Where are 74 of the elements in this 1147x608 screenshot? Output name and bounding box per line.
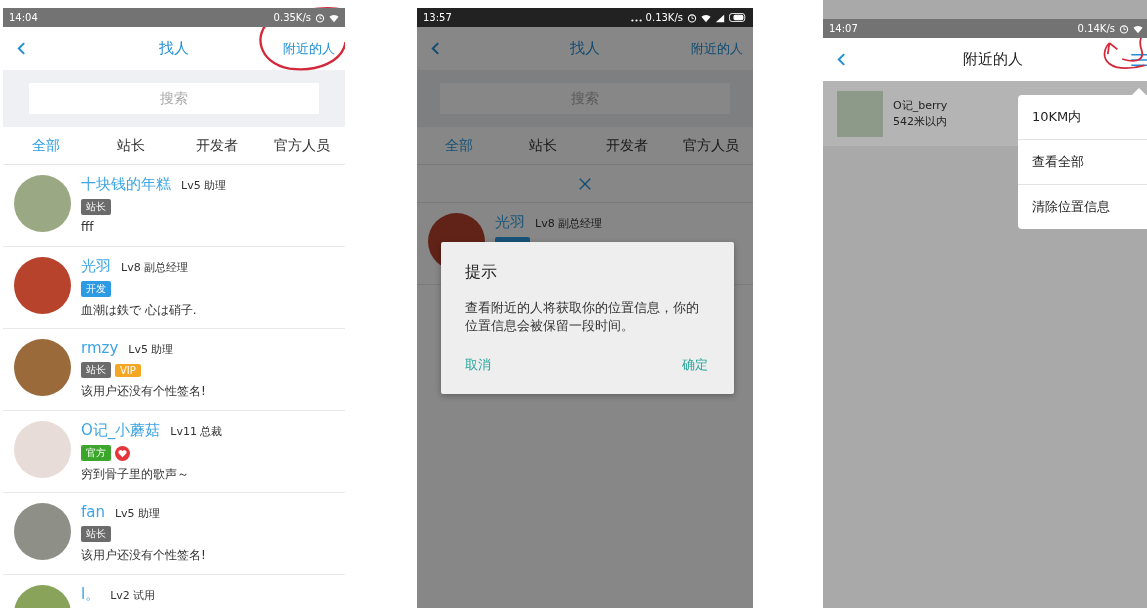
- nearby-link[interactable]: 附近的人: [283, 39, 335, 58]
- network-speed: 0.13K/s: [645, 12, 683, 23]
- filter-tab[interactable]: 站长: [501, 136, 585, 155]
- photo-placeholder: [837, 90, 883, 137]
- network-speed: 0.14K/s: [1077, 23, 1115, 34]
- user-name[interactable]: O记_小蘑菇: [81, 421, 161, 440]
- role-tag: VIP: [115, 363, 141, 377]
- alarm-icon: [687, 12, 697, 23]
- close-icon[interactable]: [578, 176, 592, 191]
- alarm-icon: [1119, 23, 1129, 34]
- page-title: 找人: [570, 39, 600, 58]
- role-tag: 站长: [81, 199, 111, 215]
- user-signature: 血潮は鉄で 心は硝子.: [81, 302, 197, 319]
- user-name[interactable]: l。: [81, 585, 101, 604]
- user-level: Lv5 助理: [181, 178, 227, 193]
- page-title: 找人: [159, 39, 189, 58]
- user-name[interactable]: 十块钱的年糕: [81, 175, 171, 194]
- user-signature: 穷到骨子里的歌声～: [81, 466, 190, 483]
- avatar-photo: [14, 339, 71, 396]
- user-signature: 该用户还没有个性签名!: [81, 547, 206, 564]
- status-time: 14:07: [829, 23, 858, 34]
- user-name[interactable]: 光羽: [81, 257, 111, 276]
- status-time: 14:04: [9, 12, 38, 23]
- user-level: Lv2 试用: [110, 588, 156, 603]
- more-dots-icon: [630, 18, 642, 22]
- user-level: Lv5 助理: [128, 342, 174, 357]
- network-speed: 0.35K/s: [273, 12, 311, 23]
- status-time: 13:57: [423, 12, 452, 23]
- confirm-button[interactable]: 确定: [682, 356, 708, 375]
- user-distance: 542米以内: [893, 114, 948, 129]
- user-signature: fff: [81, 220, 95, 234]
- wifi-icon: [701, 12, 711, 23]
- filter-tab[interactable]: 全部: [3, 136, 89, 155]
- user-level: Lv5 助理: [115, 506, 161, 521]
- role-tag: 站长: [81, 362, 111, 378]
- role-tag: 站长: [81, 526, 111, 542]
- user-name[interactable]: 光羽: [495, 213, 525, 232]
- user-level: Lv11 总裁: [170, 424, 223, 439]
- menu-item[interactable]: 清除位置信息: [1018, 185, 1147, 229]
- signal-icon: [715, 12, 725, 23]
- avatar-photo: [14, 503, 71, 560]
- avatar-photo: [14, 257, 71, 314]
- nearby-link[interactable]: 附近的人: [691, 39, 743, 58]
- dialog-message: 查看附近的人将获取你的位置信息，你的位置信息会被保留一段时间。: [465, 299, 700, 335]
- back-icon[interactable]: [17, 41, 26, 56]
- user-name[interactable]: O记_berry: [893, 98, 948, 113]
- avatar-photo: [14, 175, 71, 232]
- user-level: Lv8 副总经理: [535, 216, 603, 231]
- filter-tab[interactable]: 全部: [417, 136, 501, 155]
- dialog-title: 提示: [465, 262, 498, 283]
- role-tag: 官方: [81, 445, 111, 461]
- page-title: 附近的人: [963, 50, 1023, 69]
- user-signature: 该用户还没有个性签名!: [81, 383, 206, 400]
- filter-tab[interactable]: 官方人员: [259, 136, 345, 155]
- menu-icon[interactable]: [1131, 52, 1147, 67]
- user-name[interactable]: fan: [81, 503, 105, 521]
- role-tag: 开发: [81, 281, 111, 297]
- menu-item[interactable]: 10KM内: [1018, 95, 1147, 140]
- user-level: Lv8 副总经理: [121, 260, 189, 275]
- filter-tab[interactable]: 开发者: [174, 136, 260, 155]
- user-name[interactable]: rmzy: [81, 339, 119, 357]
- filter-tab[interactable]: 官方人员: [669, 136, 753, 155]
- search-field[interactable]: 搜索: [29, 83, 319, 114]
- battery-icon: [729, 13, 747, 22]
- back-icon[interactable]: [837, 52, 846, 67]
- filter-tab[interactable]: 站长: [88, 136, 174, 155]
- cancel-button[interactable]: 取消: [465, 356, 491, 375]
- menu-item[interactable]: 查看全部: [1018, 140, 1147, 185]
- wifi-icon: [329, 12, 339, 23]
- wifi-icon: [1133, 23, 1143, 34]
- back-icon[interactable]: [431, 41, 440, 56]
- filter-tab[interactable]: 开发者: [585, 136, 669, 155]
- alarm-icon: [315, 12, 325, 23]
- avatar-photo: [14, 421, 71, 478]
